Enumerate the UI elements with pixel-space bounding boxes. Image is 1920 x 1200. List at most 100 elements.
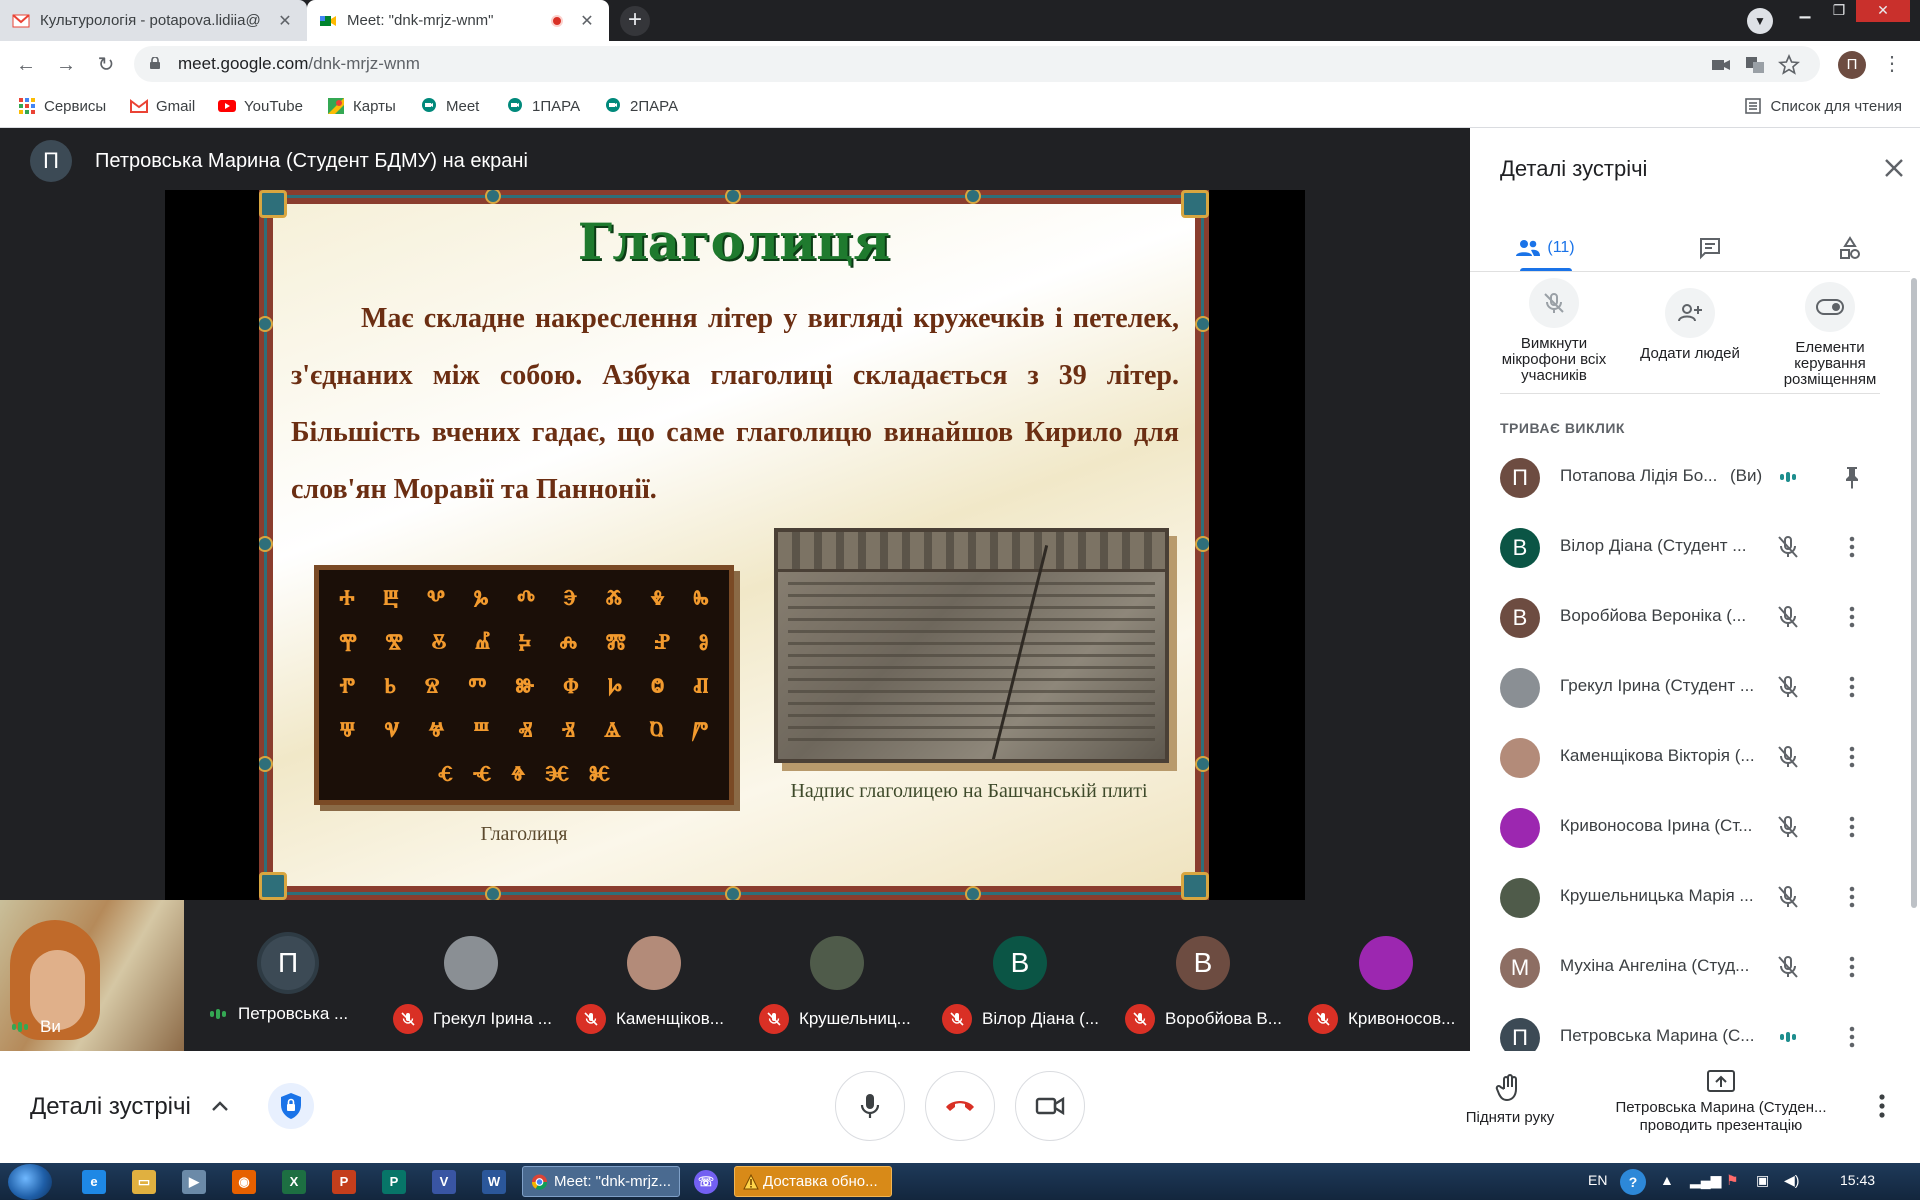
minimize-button[interactable]: ▁ — [1788, 0, 1822, 22]
action-center-icon[interactable]: ⚑ — [1726, 1172, 1739, 1189]
camera-in-use-icon[interactable] — [1710, 54, 1732, 76]
taskbar-update-warning[interactable]: Доставка обно... — [734, 1166, 892, 1197]
participant-row[interactable]: В Вілор Діана (Студент ... — [1470, 512, 1910, 582]
tab-close-icon[interactable]: ✕ — [275, 11, 295, 31]
reading-list-button[interactable]: Список для чтения — [1744, 97, 1902, 115]
host-security-button[interactable] — [268, 1083, 314, 1129]
mic-off-icon[interactable] — [1775, 604, 1801, 630]
camera-button[interactable] — [1015, 1071, 1085, 1141]
close-icon[interactable] — [1880, 154, 1908, 182]
participant-tile[interactable]: Кривоносов... — [1294, 900, 1478, 1051]
new-tab-button[interactable]: + — [620, 6, 650, 36]
bookmark-1para[interactable]: 1ПАРА — [506, 97, 580, 115]
chrome-menu-icon[interactable]: ⋮ — [1882, 51, 1902, 79]
participant-row[interactable]: П Потапова Лідія Бо... (Ви) — [1470, 442, 1910, 512]
bookmark-services[interactable]: Сервисы — [18, 97, 106, 115]
word-icon[interactable]: W — [482, 1170, 506, 1194]
more-options-icon[interactable] — [1842, 814, 1862, 840]
more-options-icon[interactable] — [1870, 1091, 1894, 1121]
visio-icon[interactable]: V — [432, 1170, 456, 1194]
add-people-button[interactable]: Додати людей — [1630, 288, 1750, 362]
tab-meet[interactable]: Meet: "dnk-mrjz-wnm" ✕ — [307, 0, 609, 41]
avatar: В — [1500, 598, 1540, 638]
raise-hand-button[interactable]: Підняти руку — [1450, 1073, 1570, 1127]
mic-off-icon[interactable] — [1775, 744, 1801, 770]
volume-icon[interactable]: ◀) — [1784, 1172, 1799, 1189]
translate-icon[interactable] — [1744, 54, 1766, 76]
participant-tile[interactable]: Грекул Ірина ... — [379, 900, 563, 1051]
tab-close-icon[interactable]: ✕ — [577, 11, 597, 31]
mic-off-icon[interactable] — [1775, 954, 1801, 980]
bookmark-meet[interactable]: Meet — [420, 97, 479, 115]
participant-row[interactable]: В Воробйова Вероніка (... — [1470, 582, 1910, 652]
participant-tile[interactable]: В Воробйова В... — [1111, 900, 1295, 1051]
start-button[interactable] — [8, 1164, 52, 1200]
meeting-details-toggle[interactable]: Деталі зустрічі — [30, 1093, 231, 1121]
bookmark-star-icon[interactable] — [1778, 54, 1800, 76]
tab-search-icon[interactable]: ▼ — [1747, 8, 1773, 34]
participant-row[interactable]: М Мухіна Ангеліна (Студ... — [1470, 932, 1910, 1002]
clock[interactable]: 15:43 — [1840, 1172, 1875, 1188]
network-icon[interactable]: ▂▄▆ — [1690, 1172, 1721, 1189]
excel-icon[interactable]: X — [282, 1170, 306, 1194]
participant-tile[interactable]: Каменщіков... — [562, 900, 746, 1051]
mute-all-button[interactable]: Вимкнути мікрофони всіх учасників — [1494, 278, 1614, 384]
display-icon[interactable]: ▣ — [1756, 1172, 1769, 1189]
mic-off-icon[interactable] — [1775, 674, 1801, 700]
leave-call-button[interactable] — [925, 1071, 995, 1141]
ie-icon[interactable]: e — [82, 1170, 106, 1194]
bookmark-maps[interactable]: Карты — [327, 97, 396, 115]
participant-tile[interactable]: В Вілор Діана (... — [928, 900, 1112, 1051]
close-window-button[interactable]: ✕ — [1856, 0, 1910, 22]
participant-row[interactable]: Крушельницька Марія ... — [1470, 862, 1910, 932]
scrollbar[interactable] — [1911, 278, 1917, 908]
firefox-icon[interactable]: ◉ — [232, 1170, 256, 1194]
tab-people[interactable]: (11) — [1510, 224, 1580, 272]
reload-icon[interactable]: ↻ — [92, 51, 120, 79]
presentation-status-button[interactable]: Петровська Марина (Студен... проводить п… — [1596, 1069, 1846, 1135]
bookmark-youtube[interactable]: YouTube — [218, 97, 303, 115]
address-bar[interactable]: meet.google.com/dnk-mrjz-wnm — [134, 46, 1820, 82]
shared-screen[interactable]: Глаголиця Має складне накреслення літер … — [165, 190, 1305, 900]
tab-gmail[interactable]: Культурологія - potapova.lidiia@ ✕ — [0, 0, 307, 41]
participant-row[interactable]: Грекул Ірина (Студент ... — [1470, 652, 1910, 722]
help-icon[interactable]: ? — [1620, 1169, 1646, 1195]
mic-off-icon[interactable] — [1775, 534, 1801, 560]
language-indicator[interactable]: EN — [1588, 1172, 1607, 1188]
back-icon[interactable]: ← — [12, 51, 40, 79]
participant-row[interactable]: Кривоносова Ірина (Ст... — [1470, 792, 1910, 862]
publisher-icon[interactable]: P — [382, 1170, 406, 1194]
meet-icon — [508, 98, 522, 112]
more-options-icon[interactable] — [1842, 1024, 1862, 1050]
participant-row[interactable]: Каменщікова Вікторія (... — [1470, 722, 1910, 792]
pin-icon[interactable] — [1842, 464, 1862, 490]
more-options-icon[interactable] — [1842, 954, 1862, 980]
tray-expand-icon[interactable]: ▲ — [1660, 1172, 1674, 1188]
media-player-icon[interactable]: ▶ — [182, 1170, 206, 1194]
host-controls-button[interactable]: Елементи керування розміщенням — [1770, 282, 1890, 388]
taskbar-chrome-meet[interactable]: Meet: "dnk-mrjz... — [522, 1166, 680, 1197]
self-video-tile[interactable]: Ви — [0, 900, 184, 1051]
more-options-icon[interactable] — [1842, 604, 1862, 630]
participant-tile[interactable]: П Петровська ... — [196, 900, 380, 1051]
forward-icon[interactable]: → — [52, 51, 80, 79]
more-options-icon[interactable] — [1842, 674, 1862, 700]
participant-tile[interactable]: Крушельниц... — [745, 900, 929, 1051]
explorer-icon[interactable]: ▭ — [132, 1170, 156, 1194]
more-options-icon[interactable] — [1842, 534, 1862, 560]
microphone-button[interactable] — [835, 1071, 905, 1141]
more-options-icon[interactable] — [1842, 744, 1862, 770]
tab-activities[interactable] — [1820, 224, 1880, 272]
bookmark-2para[interactable]: 2ПАРА — [604, 97, 678, 115]
viber-icon[interactable]: ☏ — [694, 1170, 718, 1194]
mic-off-icon[interactable] — [1775, 884, 1801, 910]
mic-off-icon[interactable] — [1775, 814, 1801, 840]
tab-chat[interactable] — [1680, 224, 1740, 272]
participant-name: Мухіна Ангеліна (Студ... — [1560, 956, 1750, 975]
participant-row[interactable]: П Петровська Марина (С... — [1470, 1002, 1910, 1051]
restore-button[interactable]: ❐ — [1822, 0, 1856, 22]
more-options-icon[interactable] — [1842, 884, 1862, 910]
bookmark-gmail[interactable]: Gmail — [130, 97, 195, 115]
profile-avatar[interactable]: П — [1838, 51, 1866, 79]
powerpoint-icon[interactable]: P — [332, 1170, 356, 1194]
